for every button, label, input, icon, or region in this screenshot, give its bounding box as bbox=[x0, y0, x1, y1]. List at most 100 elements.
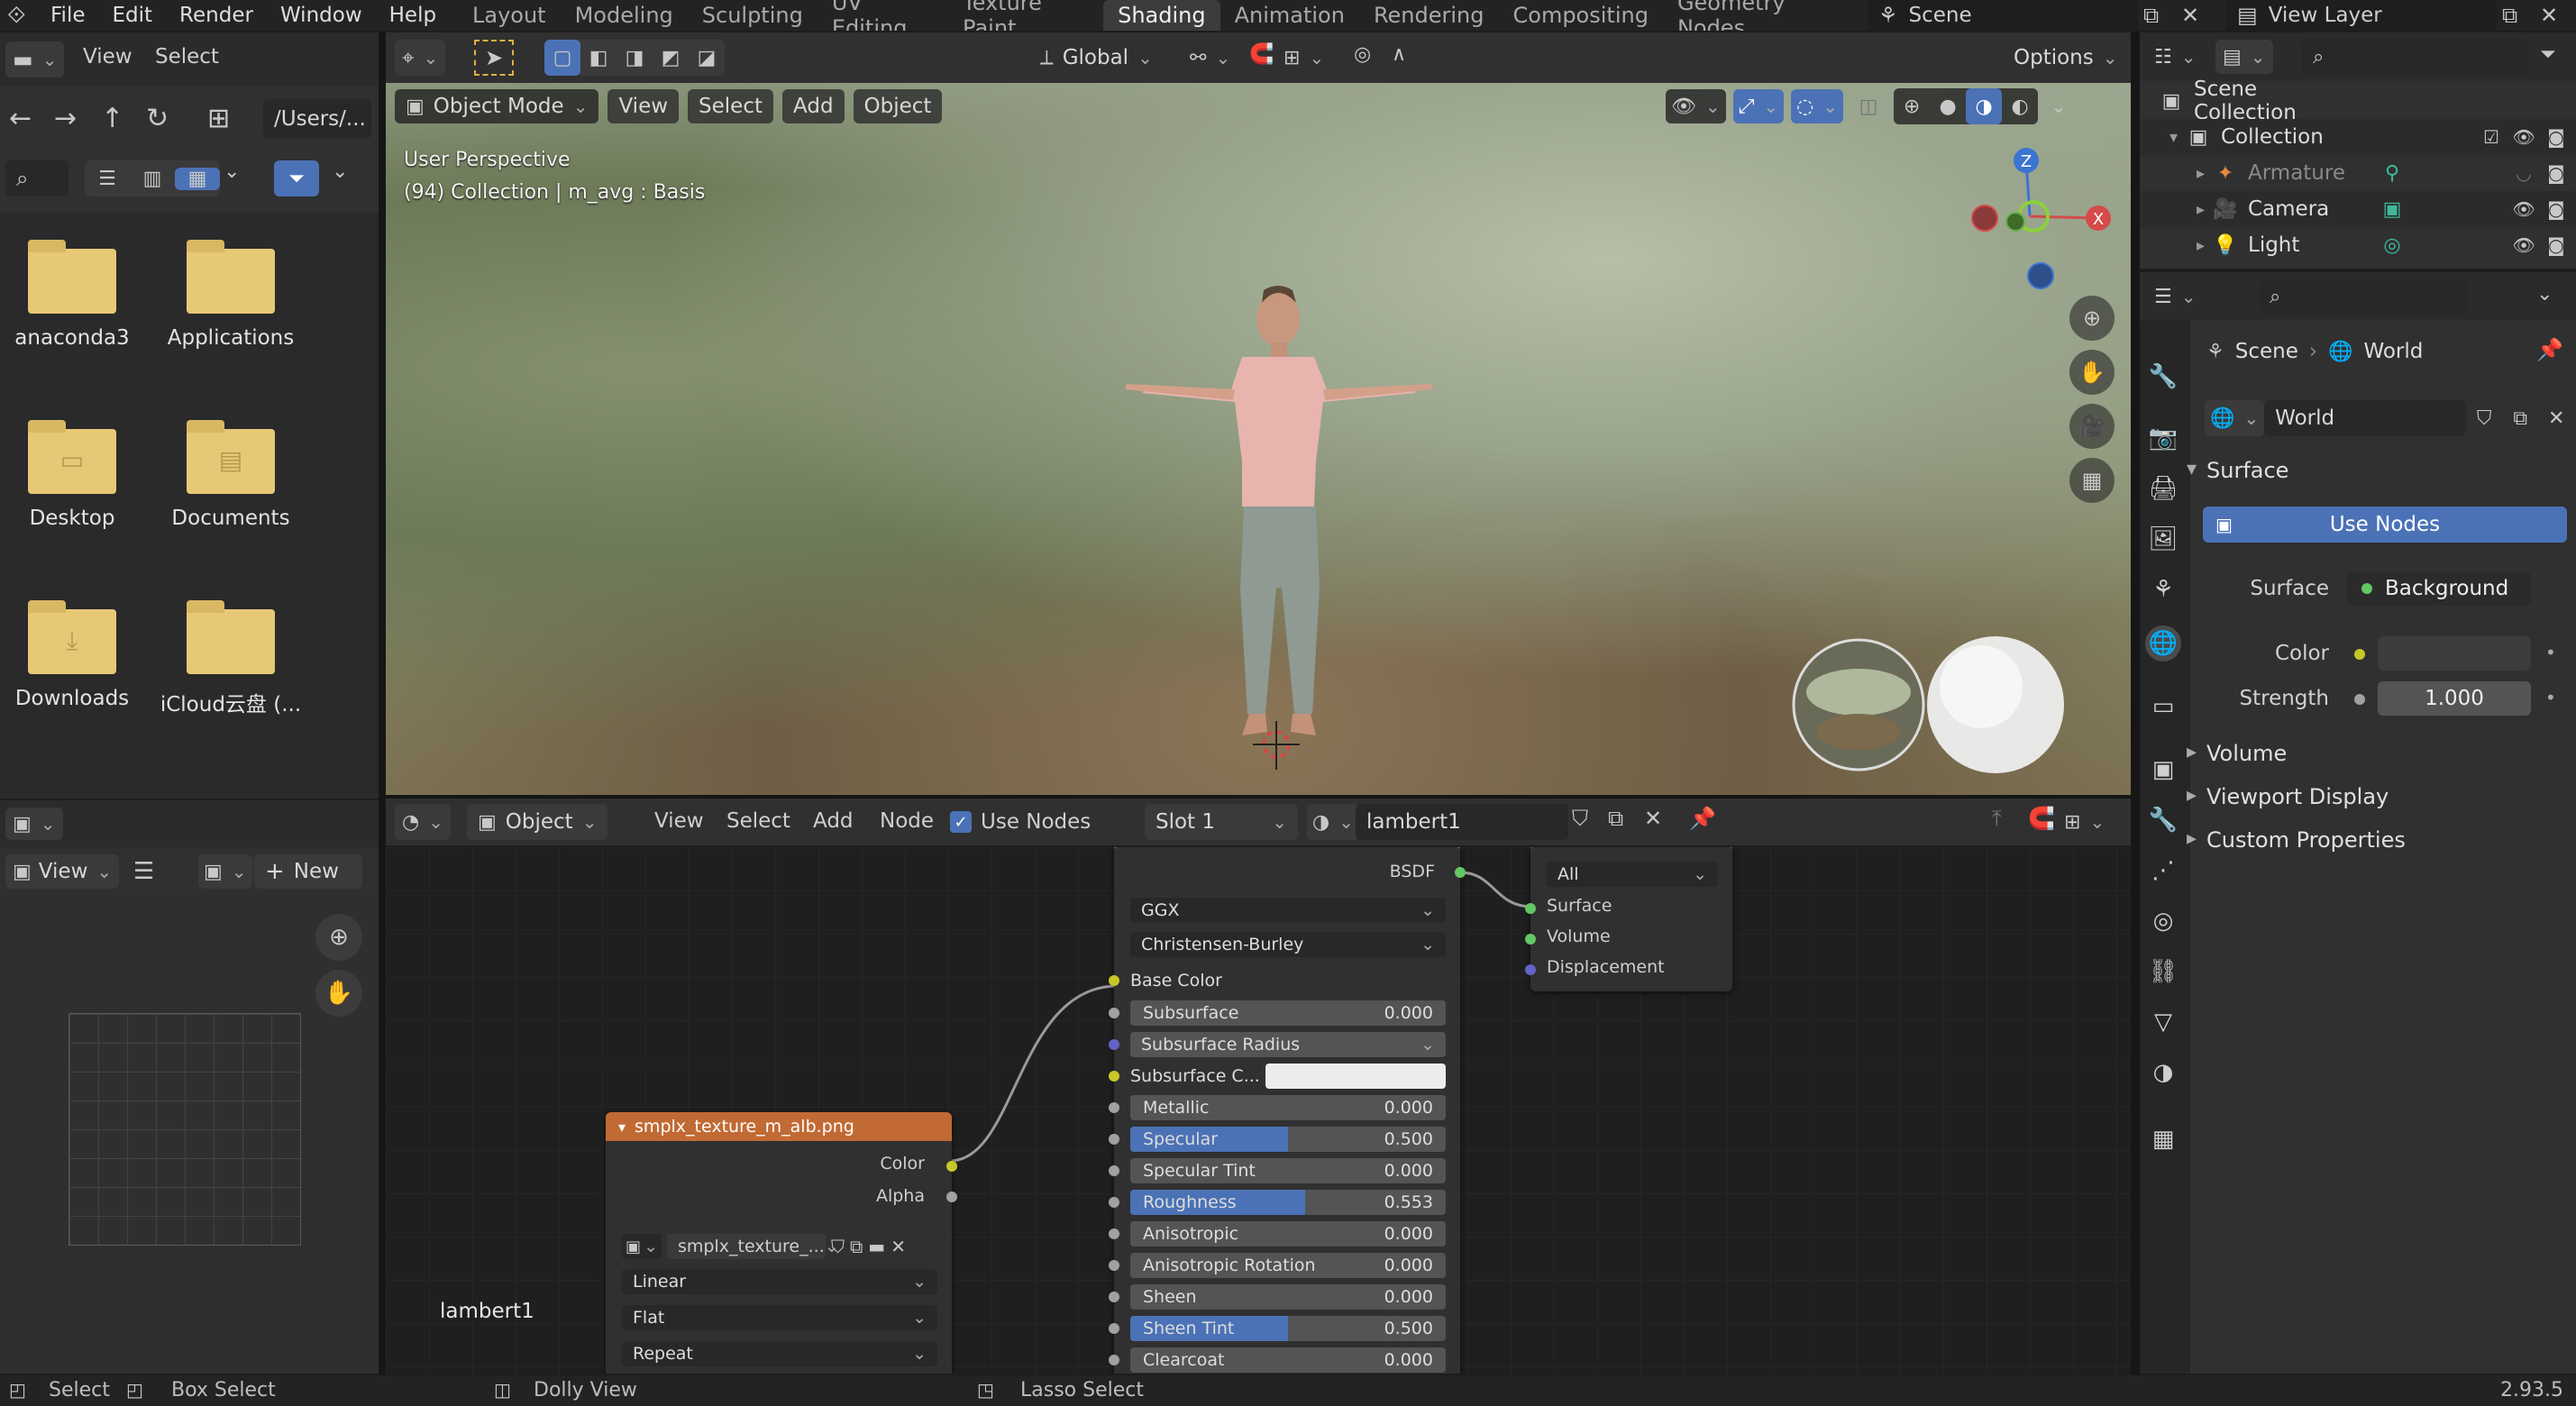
display-settings-chevron-icon[interactable]: ⌄ bbox=[224, 160, 240, 183]
area-divider-h1[interactable] bbox=[386, 795, 2131, 799]
custom-properties-section-toggle[interactable]: Custom Properties bbox=[2187, 827, 2406, 853]
alpha-output-socket[interactable] bbox=[946, 1191, 957, 1202]
menu-help[interactable]: Help bbox=[389, 4, 436, 27]
world-browse[interactable]: 🌐 bbox=[2205, 400, 2265, 436]
visibility-eye-icon[interactable]: 👁 bbox=[2512, 198, 2535, 220]
material-output-node[interactable]: All Surface Volume Displacement bbox=[1525, 847, 1732, 991]
properties-options-chevron-icon[interactable]: ⌄ bbox=[2536, 283, 2553, 306]
particles-tab-icon[interactable]: ⋰ bbox=[2149, 856, 2178, 885]
distribution-dropdown[interactable]: GGX bbox=[1130, 898, 1446, 923]
color-output-socket[interactable] bbox=[946, 1161, 957, 1172]
render-camera-icon[interactable]: ◙ bbox=[2545, 162, 2567, 184]
3d-viewport[interactable]: ▣Object Mode View Select Add Object 👁 ⤢ … bbox=[386, 83, 2131, 795]
image-open-folder-icon[interactable]: ▬ bbox=[868, 1236, 885, 1257]
thumbnails-icon[interactable]: ▦ bbox=[175, 167, 220, 190]
viewport-editor-type[interactable]: ⌖ bbox=[395, 40, 446, 76]
menu-window[interactable]: Window bbox=[280, 4, 362, 27]
bsdf-input-slider[interactable]: Clearcoat 0.000 bbox=[1130, 1347, 1446, 1373]
outliner-search[interactable]: ⌕ bbox=[2302, 40, 2529, 74]
zoom-icon[interactable]: ⊕ bbox=[315, 914, 362, 961]
interpolation-dropdown[interactable]: Linear bbox=[622, 1269, 937, 1294]
new-image-button[interactable]: + New bbox=[254, 854, 362, 889]
use-nodes-button[interactable]: ▣ Use Nodes bbox=[2203, 507, 2567, 543]
viewport-display-section-toggle[interactable]: Viewport Display bbox=[2187, 784, 2389, 809]
area-divider-v2[interactable] bbox=[2131, 32, 2140, 1375]
node-snap-target[interactable]: ⊞ bbox=[2060, 804, 2108, 840]
extension-dropdown[interactable]: Repeat bbox=[622, 1341, 937, 1366]
fb-search-field[interactable]: ⌕ bbox=[5, 160, 69, 196]
strength-field[interactable]: 1.000 bbox=[2378, 681, 2531, 716]
workspace-tab-uv-editing[interactable]: UV Editing bbox=[818, 0, 948, 31]
world-name-field[interactable]: World bbox=[2264, 400, 2467, 436]
snap-target[interactable]: ⊞ bbox=[1278, 40, 1329, 76]
bsdf-input-slider[interactable]: Sheen Tint 0.500 bbox=[1130, 1316, 1446, 1341]
base-color-socket[interactable] bbox=[1109, 975, 1119, 986]
pan-hand-icon[interactable]: ✋ bbox=[315, 970, 362, 1017]
navigation-gizmo[interactable]: Z X bbox=[1971, 148, 2111, 289]
node-menu-view[interactable]: View bbox=[654, 809, 704, 833]
view-layer-tab-icon[interactable]: 🖼 bbox=[2149, 525, 2179, 553]
material-tab-icon[interactable]: ◑ bbox=[2149, 1058, 2178, 1087]
image-fake-user-icon[interactable]: ⛉ bbox=[831, 1236, 845, 1257]
back-icon[interactable]: ← bbox=[9, 103, 32, 134]
bsdf-input-slider[interactable]: Specular Tint 0.000 bbox=[1130, 1158, 1446, 1183]
subsurface-color-swatch[interactable] bbox=[1265, 1064, 1446, 1089]
properties-editor-type[interactable]: ☰ bbox=[2147, 279, 2204, 314]
object-data-icon[interactable]: ▣ bbox=[2374, 198, 2410, 221]
workspace-tab-geometry-nodes[interactable]: Geometry Nodes bbox=[1663, 0, 1857, 31]
visibility-eye-icon[interactable]: 👁 bbox=[2512, 126, 2535, 148]
fake-user-shield-icon[interactable]: ⛉ bbox=[1572, 806, 1588, 831]
horizontal-list-icon[interactable]: ▥ bbox=[130, 168, 175, 190]
render-camera-icon[interactable]: ◙ bbox=[2545, 126, 2567, 148]
node-snap-icon[interactable]: 🧲 bbox=[2028, 806, 2055, 831]
new-scene-icon[interactable]: ⧉ bbox=[2143, 0, 2159, 31]
bsdf-input-socket[interactable] bbox=[1109, 1323, 1119, 1334]
expand-arrow-icon[interactable]: ▸ bbox=[2140, 164, 2212, 183]
workspace-tab-compositing[interactable]: Compositing bbox=[1499, 0, 1663, 31]
world-fake-user-icon[interactable]: ⛉ bbox=[2466, 407, 2502, 430]
outliner-filter-icon[interactable]: ⏷ bbox=[2540, 43, 2556, 66]
image-unlink-icon[interactable]: ✕ bbox=[891, 1236, 906, 1257]
outliner-light-row[interactable]: ▸ 💡 Light ◎ 👁 ◙ bbox=[2140, 227, 2576, 263]
breadcrumb-scene[interactable]: Scene bbox=[2235, 340, 2298, 363]
displacement-input-socket[interactable] bbox=[1525, 964, 1536, 975]
object-tab-icon[interactable]: ▣ bbox=[2149, 755, 2178, 784]
modifier-tab-icon[interactable]: 🔧 bbox=[2149, 806, 2178, 835]
image-name-field[interactable]: smplx_texture_... bbox=[667, 1234, 826, 1259]
visibility-eye-icon[interactable]: 👁 bbox=[2512, 234, 2535, 256]
fb-menu-select[interactable]: Select bbox=[155, 45, 219, 68]
output-tab-icon[interactable]: 🖨 bbox=[2149, 474, 2179, 503]
texture-tab-icon[interactable]: ▦ bbox=[2149, 1125, 2178, 1154]
transform-orientation[interactable]: ⟂ Global bbox=[1029, 40, 1164, 76]
object-data-icon[interactable]: ◎ bbox=[2374, 234, 2410, 257]
volume-input-socket[interactable] bbox=[1525, 934, 1536, 945]
projection-dropdown[interactable]: Flat bbox=[622, 1305, 937, 1330]
color-swatch[interactable] bbox=[2378, 636, 2531, 671]
pivot-point[interactable]: ⚯ bbox=[1184, 40, 1236, 76]
filter-settings-chevron-icon[interactable]: ⌄ bbox=[332, 160, 348, 183]
tool-tab-icon[interactable]: 🔧 bbox=[2149, 362, 2178, 391]
scene-tab-icon[interactable]: ⚘ bbox=[2149, 575, 2178, 604]
world-tab-icon[interactable]: 🌐 bbox=[2145, 625, 2181, 662]
file-item[interactable]: ▤ Documents bbox=[159, 420, 303, 530]
bsdf-input-socket[interactable] bbox=[1109, 1039, 1119, 1050]
constraints-tab-icon[interactable]: ⛓ bbox=[2149, 957, 2179, 986]
bsdf-input-socket[interactable] bbox=[1109, 1008, 1119, 1018]
use-nodes-checkbox[interactable]: ✓ Use Nodes bbox=[950, 804, 1091, 840]
file-item[interactable]: Applications bbox=[159, 240, 303, 350]
file-item[interactable]: anaconda3 bbox=[0, 240, 144, 350]
image-texture-node[interactable]: ▾ smplx_texture_m_alb.png Color Alpha ▣ s… bbox=[606, 1112, 957, 1374]
blender-logo-icon[interactable]: ⟐ bbox=[7, 0, 26, 31]
view-layer-selector[interactable]: ▤ View Layer bbox=[2226, 0, 2497, 31]
color-socket-icon[interactable] bbox=[2354, 649, 2365, 660]
material-browse[interactable]: ◑ bbox=[1307, 804, 1359, 840]
bsdf-input-slider[interactable]: Sheen 0.000 bbox=[1130, 1284, 1446, 1310]
properties-search[interactable]: ⌕ bbox=[2259, 279, 2468, 314]
collapse-arrow-icon[interactable]: ▾ bbox=[618, 1118, 626, 1136]
workspace-tab-animation[interactable]: Animation bbox=[1220, 0, 1359, 31]
exclude-checkbox-icon[interactable]: ☑ bbox=[2480, 126, 2502, 148]
bsdf-input-slider[interactable]: Metallic 0.000 bbox=[1130, 1095, 1446, 1120]
bsdf-input-slider[interactable]: Anisotropic 0.000 bbox=[1130, 1221, 1446, 1246]
shader-type-dropdown[interactable]: ▣ Object bbox=[467, 804, 608, 840]
world-duplicate-icon[interactable]: ⧉ bbox=[2502, 407, 2538, 430]
